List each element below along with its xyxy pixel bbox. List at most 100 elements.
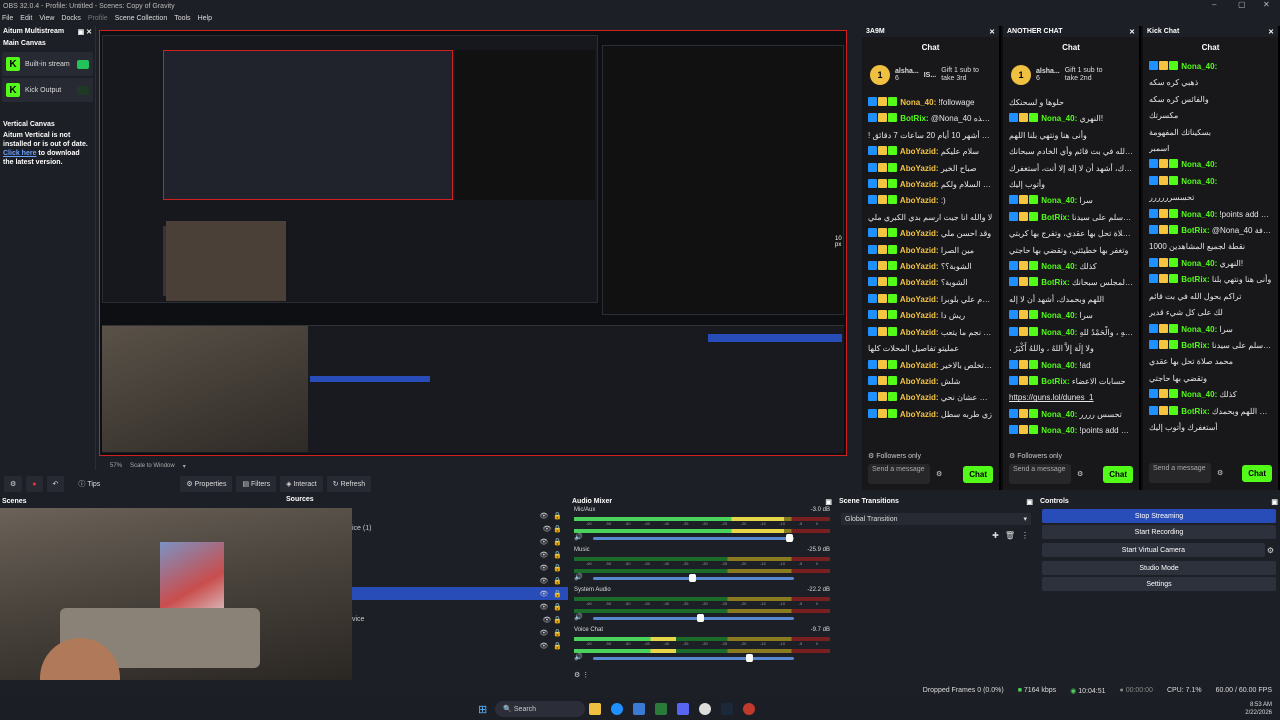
chat-username[interactable]: BotRix: [1179, 226, 1209, 235]
eye-icon[interactable]: 👁 [539, 538, 548, 546]
chat-username[interactable]: Nona_40: [1039, 114, 1077, 123]
chat-username[interactable]: Nona_40: [1039, 410, 1077, 419]
chat-username[interactable]: AboYazid: [898, 196, 939, 205]
chat-username[interactable]: AboYazid: [898, 410, 939, 419]
source-row[interactable]: ice (1) 👁 🔒 [352, 522, 568, 535]
excel-icon[interactable] [655, 703, 668, 715]
chat-text[interactable]: https://guns.lol/dunes_1 [1009, 393, 1094, 402]
properties-button[interactable]: ⚙ Properties [180, 476, 233, 492]
taskbar-clock[interactable]: 8:53 AM 2/22/2026 [1245, 701, 1272, 717]
chat-username[interactable]: Nona_40: [1039, 328, 1077, 337]
menu-scene-collection[interactable]: Scene Collection [115, 15, 168, 22]
output-toggle[interactable] [77, 85, 89, 95]
start-virtual-camera-button[interactable]: Start Virtual Camera [1042, 543, 1265, 557]
source-row[interactable]: 👁 🔒 [352, 600, 568, 613]
discord-icon[interactable] [677, 703, 690, 715]
chat-username[interactable]: Nona_40: [1039, 196, 1077, 205]
filters-button[interactable]: ▤ Filters [236, 476, 277, 492]
dock-controls-icon[interactable]: ▣ ✕ [78, 28, 92, 36]
eye-icon[interactable]: 👁 [539, 590, 548, 598]
chat-username[interactable]: AboYazid: [898, 361, 939, 370]
volume-knob[interactable] [689, 573, 697, 582]
chat-username[interactable]: AboYazid: [898, 246, 939, 255]
speaker-icon[interactable]: 🔊 [574, 573, 583, 581]
chat-username[interactable]: AboYazid: [898, 295, 939, 304]
lock-icon[interactable]: 🔒 [553, 629, 562, 637]
chat-username[interactable]: BotRix: [1179, 341, 1209, 350]
volume-knob[interactable] [785, 533, 793, 542]
chat-username[interactable]: AboYazid: [898, 311, 939, 320]
output-kick[interactable]: K Kick Output [2, 78, 93, 102]
close-icon[interactable]: ✕ [1129, 28, 1135, 36]
eye-icon[interactable]: 👁 [539, 512, 548, 520]
volume-slider[interactable] [592, 613, 794, 622]
eye-icon[interactable]: 👁 [539, 577, 548, 585]
chat-username[interactable]: AboYazid: [898, 278, 939, 287]
eye-icon[interactable]: 👁 [539, 642, 548, 650]
source-row[interactable]: 👁 🔒 [352, 548, 568, 561]
maximize-icon[interactable]: ▢ [1238, 0, 1246, 9]
output-builtin-stream[interactable]: K Built-in stream [2, 52, 93, 76]
opera-icon[interactable] [743, 703, 756, 715]
trash-icon[interactable]: 🗑 [1005, 531, 1015, 540]
refresh-button[interactable]: ↻ Refresh [326, 476, 372, 492]
menu-dots-icon[interactable]: ⋮ [582, 672, 589, 679]
chat-username[interactable]: Nona_40: [1039, 311, 1077, 320]
menu-view[interactable]: View [39, 15, 54, 22]
chat-username[interactable]: Nona_40: [1039, 361, 1077, 370]
lock-icon[interactable]: 🔒 [553, 642, 562, 650]
chat-username[interactable]: Nona_40: [1039, 262, 1077, 271]
lock-icon[interactable]: 🔒 [553, 564, 562, 572]
chat-username[interactable]: AboYazid: [898, 147, 939, 156]
source-row[interactable]: 👁 🔒 [352, 535, 568, 548]
eye-icon[interactable]: 👁 🔒 [542, 525, 562, 533]
chat-username[interactable]: AboYazid: [898, 262, 939, 271]
file-explorer-icon[interactable] [589, 703, 602, 715]
interact-button[interactable]: ◈ Interact [280, 476, 323, 492]
speaker-icon[interactable]: 🔊 [574, 533, 583, 541]
close-icon[interactable]: ✕ [1268, 28, 1274, 36]
minimize-icon[interactable]: – [1212, 0, 1216, 9]
menu-file[interactable]: File [2, 15, 13, 22]
settings-button[interactable]: Settings [1042, 577, 1276, 591]
chat-username[interactable]: Nona_40: [1179, 177, 1217, 186]
transition-select[interactable]: Global Transition ▾ [841, 513, 1031, 525]
stop-streaming-button[interactable]: Stop Streaming [1042, 509, 1276, 523]
edge-icon[interactable] [611, 703, 624, 715]
close-icon[interactable]: ✕ [1263, 0, 1270, 9]
steam-icon[interactable] [721, 703, 734, 715]
chat-username[interactable]: Nona_40: [898, 98, 936, 107]
lock-icon[interactable]: 🔒 [553, 577, 562, 585]
record-icon[interactable]: ● [26, 476, 43, 492]
chevron-down-icon[interactable]: ▾ [183, 463, 186, 470]
eye-icon[interactable]: 👁 🔒 [542, 616, 562, 624]
chevron-down-icon[interactable]: ▾ [1023, 515, 1027, 523]
volume-knob[interactable] [697, 613, 705, 622]
chat-username[interactable]: BotRix: [1039, 377, 1069, 386]
menu-help[interactable]: Help [198, 15, 212, 22]
chat-username[interactable]: Nona_40: [1179, 325, 1217, 334]
start-recording-button[interactable]: Start Recording [1042, 525, 1276, 539]
volume-slider[interactable] [592, 573, 794, 582]
source-row[interactable]: 👁 🔒 [352, 509, 568, 522]
chat-username[interactable]: Nona_40: [1179, 210, 1217, 219]
chat-username[interactable]: BotRix: [1039, 278, 1069, 287]
lock-icon[interactable]: 🔒 [553, 590, 562, 598]
volume-slider[interactable] [592, 533, 794, 542]
source-row-selected[interactable]: 👁 🔒 [352, 587, 568, 600]
menu-dots-icon[interactable]: ⋮ [1021, 531, 1029, 540]
mixer-settings-icon[interactable]: ⚙ [574, 672, 580, 679]
volume-slider[interactable] [592, 653, 794, 662]
speaker-icon[interactable]: 🔊 [574, 613, 583, 621]
download-link[interactable]: Click here [3, 150, 36, 157]
eye-icon[interactable]: 👁 [539, 629, 548, 637]
zoom-mode[interactable]: Scale to Window [130, 463, 175, 469]
chat-username[interactable]: Nona_40: [1179, 62, 1217, 71]
source-row[interactable]: 👁 🔒 [352, 626, 568, 639]
zoom-level[interactable]: 57% [110, 463, 122, 469]
dock-controls-icon[interactable]: ▣ [1026, 498, 1033, 506]
chat-username[interactable]: AboYazid: [898, 393, 939, 402]
chat-username[interactable]: BotRix: [1039, 213, 1069, 222]
eye-icon[interactable]: 👁 [539, 551, 548, 559]
add-icon[interactable]: ✚ [992, 531, 999, 540]
